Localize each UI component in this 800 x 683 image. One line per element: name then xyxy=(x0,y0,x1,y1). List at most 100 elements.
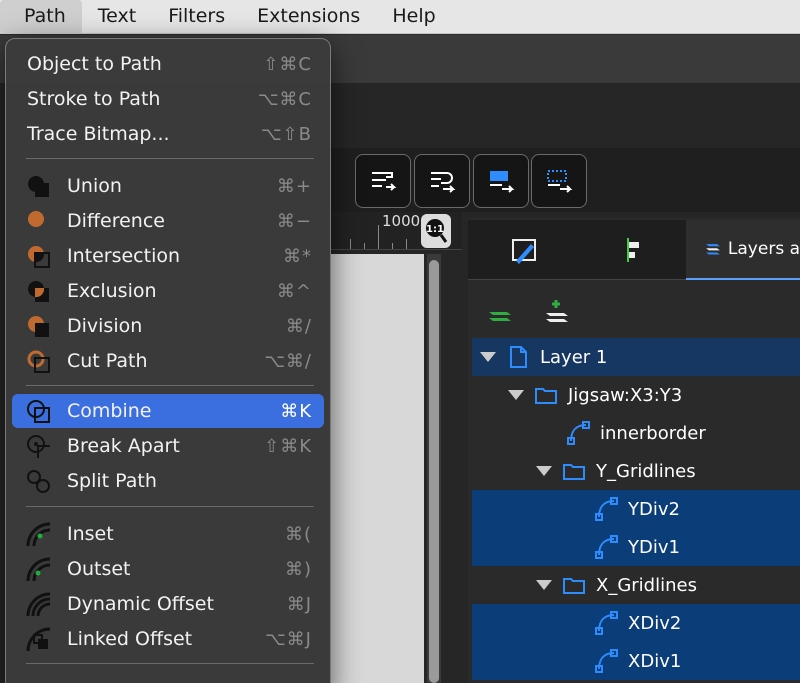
layer-row-ydiv2[interactable]: YDiv2 xyxy=(472,490,800,528)
export-dots-icon xyxy=(547,170,573,193)
menu-item-shortcut: ⇧⌘C xyxy=(263,53,312,75)
menu-item-shortcut: ⌥⌘/ xyxy=(264,350,312,372)
tab-layers[interactable]: Layers a xyxy=(686,220,800,280)
toolbar-button-4[interactable] xyxy=(531,154,587,208)
dynamic-offset-icon xyxy=(26,592,51,617)
menu-item-label: Intersection xyxy=(67,245,181,267)
menu-item-division[interactable]: Division ⌘/ xyxy=(12,309,324,343)
menu-extensions[interactable]: Extensions xyxy=(241,0,376,34)
expand-triangle-icon[interactable] xyxy=(480,352,496,362)
scrollbar-thumb[interactable] xyxy=(429,260,439,683)
expand-triangle-icon[interactable] xyxy=(536,466,552,476)
menu-item-inset[interactable]: Inset ⌘( xyxy=(12,517,324,551)
menu-item-intersection[interactable]: Intersection ⌘* xyxy=(12,239,324,273)
menu-item-outset[interactable]: Outset ⌘) xyxy=(12,552,324,586)
zoom-1-1-button[interactable]: 1:1 xyxy=(421,214,451,248)
export-icon xyxy=(490,171,515,193)
layer-row-x-gridlines[interactable]: X_Gridlines xyxy=(472,566,800,604)
menu-item-shortcut: ⌥⌘C xyxy=(257,88,312,110)
layer-row-y-gridlines[interactable]: Y_Gridlines xyxy=(472,452,800,490)
menu-item-linked-offset[interactable]: Linked Offset ⌥⌘J xyxy=(12,622,324,656)
expand-triangle-icon[interactable] xyxy=(536,580,552,590)
path-icon xyxy=(595,611,618,635)
sublayer-add-icon xyxy=(546,300,568,322)
menu-item-label: Union xyxy=(67,175,122,197)
layer-label: Jigsaw:X3:Y3 xyxy=(568,384,683,406)
expand-triangle-icon[interactable] xyxy=(508,390,524,400)
menu-item-shortcut: ⌥⌘J xyxy=(264,628,312,650)
menu-item-label: Combine xyxy=(67,400,152,422)
ruler-label: 1000 xyxy=(382,212,421,230)
menu-item-object-to-path[interactable]: Object to Path ⇧⌘C xyxy=(12,47,324,81)
menu-item-shortcut: ⌥⇧B xyxy=(260,123,312,145)
toolbar-button-3[interactable] xyxy=(473,154,529,208)
layer-row-ydiv1[interactable]: YDiv1 xyxy=(472,528,800,566)
menu-item-shortcut: ⌘) xyxy=(284,558,312,580)
vertical-scrollbar[interactable] xyxy=(427,254,441,683)
layer-label: X_Gridlines xyxy=(596,574,697,596)
zoom-label: 1:1 xyxy=(426,224,444,235)
union-icon xyxy=(28,176,49,197)
intersection-icon xyxy=(28,246,50,268)
menubar: Path Text Filters Extensions Help xyxy=(0,0,800,34)
menu-item-shortcut: ⇧⌘K xyxy=(264,435,312,457)
drawing-canvas[interactable] xyxy=(330,254,424,683)
menu-item-label: Inset xyxy=(67,523,114,545)
menu-separator xyxy=(26,158,314,159)
menu-item-union[interactable]: Union ⌘+ xyxy=(12,169,324,203)
break-apart-icon xyxy=(27,435,50,458)
toolbar-button-1[interactable] xyxy=(355,154,411,208)
toolbar-button-2[interactable] xyxy=(414,154,470,208)
combine-icon xyxy=(27,400,50,423)
menu-item-shortcut: ⌘* xyxy=(283,245,312,267)
layer-label: YDiv1 xyxy=(628,536,680,558)
division-icon xyxy=(28,316,49,337)
menu-path[interactable]: Path xyxy=(0,0,82,34)
menu-item-label: Break Apart xyxy=(67,435,180,457)
menu-text[interactable]: Text xyxy=(82,0,152,34)
menu-item-exclusion[interactable]: Exclusion ⌘^ xyxy=(12,274,324,308)
menu-item-split-path[interactable]: Split Path xyxy=(12,464,324,498)
menu-item-shortcut: ⌘J xyxy=(286,593,312,615)
path-icon xyxy=(595,649,618,673)
menu-help[interactable]: Help xyxy=(376,0,451,34)
tab-align[interactable] xyxy=(578,220,686,280)
add-layer-button[interactable] xyxy=(486,298,518,326)
menu-item-dynamic-offset[interactable]: Dynamic Offset ⌘J xyxy=(12,587,324,621)
layer-row-innerborder[interactable]: innerborder xyxy=(472,414,800,452)
menu-item-shortcut: ⌘/ xyxy=(285,315,312,337)
menu-item-shortcut: ⌘+ xyxy=(276,175,312,197)
menu-item-combine[interactable]: Combine ⌘K xyxy=(12,394,324,428)
layer-row-layer-1[interactable]: Layer 1 xyxy=(472,338,800,376)
layer-row-xdiv1[interactable]: XDiv1 xyxy=(472,642,800,680)
folder-icon xyxy=(535,388,557,404)
tab-fill-stroke[interactable] xyxy=(470,220,578,280)
menu-separator xyxy=(26,506,314,507)
add-sublayer-button[interactable] xyxy=(543,298,575,326)
menu-item-trace-bitmap[interactable]: Trace Bitmap... ⌥⇧B xyxy=(12,117,324,151)
layers-icon xyxy=(706,244,720,255)
difference-icon xyxy=(28,211,44,227)
layer-row-jigsaw[interactable]: Jigsaw:X3:Y3 xyxy=(472,376,800,414)
menu-item-shortcut: ⌘K xyxy=(280,400,312,422)
menu-item-break-apart[interactable]: Break Apart ⇧⌘K xyxy=(12,429,324,463)
menu-filters[interactable]: Filters xyxy=(152,0,241,34)
exclusion-icon xyxy=(28,281,49,302)
menu-item-label: Trace Bitmap... xyxy=(27,123,170,145)
layer-label: YDiv2 xyxy=(628,498,680,520)
layer-add-icon xyxy=(489,312,511,321)
layers-tree: Layer 1 Jigsaw:X3:Y3 innerborder Y_Gridl… xyxy=(472,338,800,683)
menu-item-stroke-to-path[interactable]: Stroke to Path ⌥⌘C xyxy=(12,82,324,116)
menu-item-shortcut: ⌘− xyxy=(276,210,312,232)
zoom-icon: 1:1 xyxy=(426,219,448,243)
layer-label: Y_Gridlines xyxy=(596,460,696,482)
menu-separator xyxy=(26,663,314,664)
text-wrap-icon xyxy=(431,172,456,193)
inset-icon xyxy=(26,522,51,547)
menu-item-cut-path[interactable]: Cut Path ⌥⌘/ xyxy=(12,344,324,378)
outset-icon xyxy=(26,557,51,582)
menu-item-difference[interactable]: Difference ⌘− xyxy=(12,204,324,238)
layer-row-xdiv2[interactable]: XDiv2 xyxy=(472,604,800,642)
layer-label: XDiv2 xyxy=(628,612,682,634)
menu-item-shortcut: ⌘( xyxy=(284,523,312,545)
